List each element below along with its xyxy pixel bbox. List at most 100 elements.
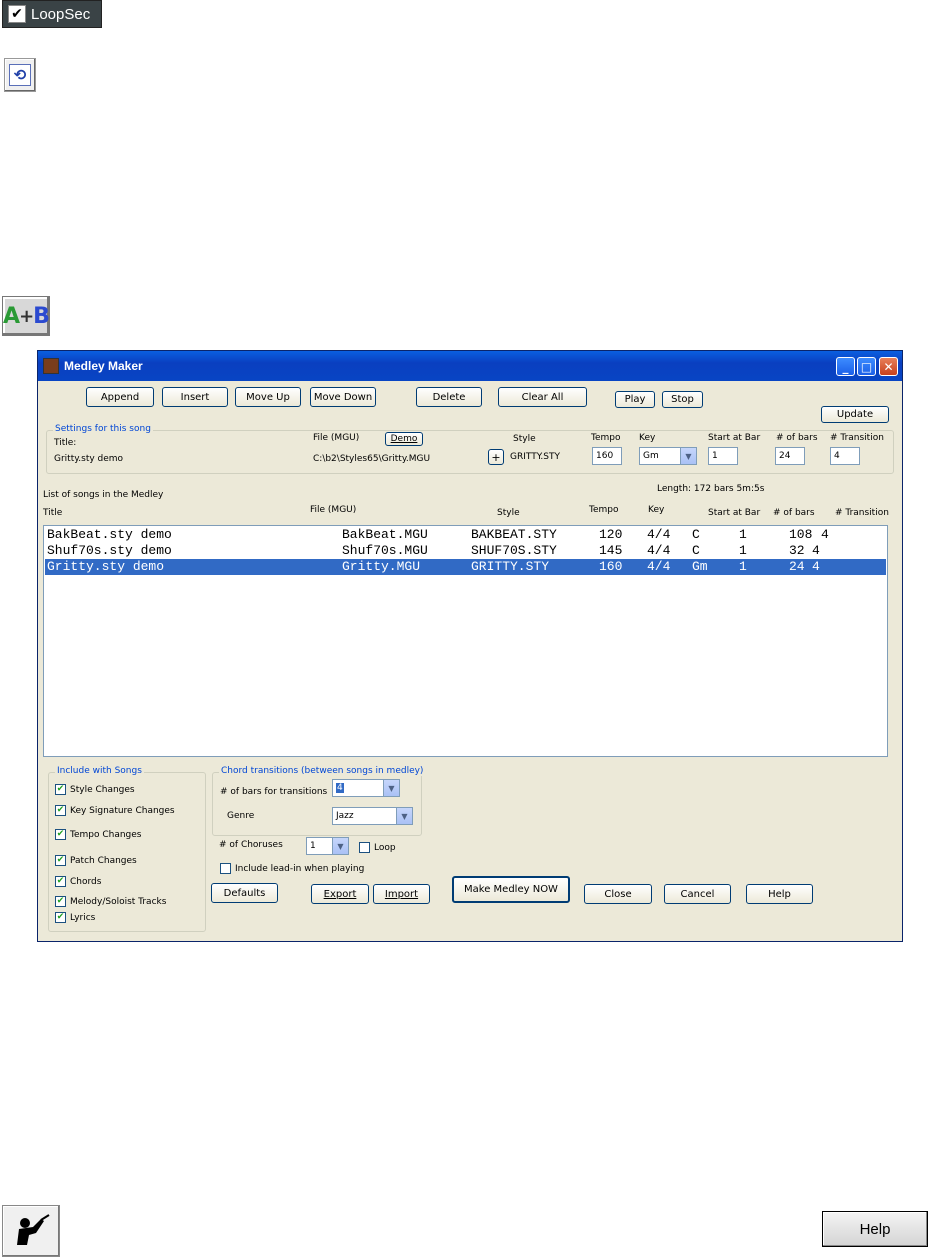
title-label: Title: — [54, 438, 77, 448]
play-button[interactable]: Play — [615, 391, 655, 408]
list-caption: List of songs in the Medley — [43, 490, 164, 500]
tempo-input[interactable]: 160 — [592, 447, 622, 465]
songs-list[interactable]: BakBeat.sty demo BakBeat.MGU BAKBEAT.STY… — [43, 525, 888, 757]
header-transition[interactable]: # Transition — [835, 508, 889, 518]
chords-checkbox[interactable]: ✔ Chords — [55, 876, 101, 887]
chevron-down-icon[interactable]: ▼ — [396, 808, 412, 824]
key-select-value: Gm — [643, 451, 659, 461]
tempo-label: Tempo — [591, 433, 621, 443]
row-signature: 4/4 — [647, 527, 671, 542]
checkbox-label: Tempo Changes — [70, 829, 142, 840]
title-value: Gritty.sty demo — [54, 454, 124, 464]
medley-length: Length: 172 bars 5m:5s — [657, 484, 765, 494]
close-button[interactable]: Close — [584, 884, 652, 904]
row-style: BAKBEAT.STY — [471, 527, 557, 542]
table-row-selected[interactable]: Gritty.sty demo Gritty.MGU GRITTY.STY 16… — [45, 559, 886, 575]
row-signature: 4/4 — [647, 543, 671, 558]
style-value: GRITTY.STY — [510, 452, 560, 462]
row-key: C — [692, 527, 700, 542]
key-signature-checkbox[interactable]: ✔ Key Signature Changes — [55, 805, 175, 816]
row-bars: 24 — [789, 559, 805, 574]
defaults-button[interactable]: Defaults — [211, 883, 278, 903]
start-bar-input[interactable]: 1 — [708, 447, 738, 465]
bars-label: # of bars — [776, 433, 818, 443]
chevron-down-icon[interactable]: ▼ — [383, 780, 399, 796]
row-style: GRITTY.STY — [471, 559, 550, 574]
row-bars: 32 — [789, 543, 805, 558]
maximize-button[interactable]: □ — [857, 357, 876, 376]
make-medley-button[interactable]: Make Medley NOW — [452, 876, 570, 903]
demo-button[interactable]: Demo — [385, 432, 423, 446]
table-row[interactable]: Shuf70s.sty demo Shuf70s.MGU SHUF70S.STY… — [45, 543, 886, 559]
genre-value: Jazz — [336, 811, 354, 821]
checkbox-label: Lyrics — [70, 912, 96, 923]
header-bars[interactable]: # of bars — [773, 508, 815, 518]
move-up-button[interactable]: Move Up — [235, 387, 301, 407]
delete-button[interactable]: Delete — [416, 387, 482, 407]
help-button-bottom[interactable]: Help — [822, 1211, 928, 1247]
melody-soloist-checkbox[interactable]: ✔ Melody/Soloist Tracks — [55, 896, 166, 907]
include-group-label: Include with Songs — [55, 766, 144, 776]
close-window-button[interactable]: ✕ — [879, 357, 898, 376]
transition-bars-select[interactable]: 4 ▼ — [332, 779, 400, 797]
transition-bars-value: 4 — [336, 783, 344, 793]
ab-plus: + — [19, 305, 34, 327]
header-style[interactable]: Style — [497, 508, 520, 518]
export-button[interactable]: Export — [311, 884, 369, 904]
checkmark-icon: ✔ — [8, 5, 26, 23]
genre-select[interactable]: Jazz ▼ — [332, 807, 413, 825]
medley-maker-dialog: Medley Maker _ □ ✕ Append Insert Move Up… — [37, 350, 903, 942]
cancel-button[interactable]: Cancel — [664, 884, 731, 904]
update-button[interactable]: Update — [821, 406, 889, 423]
checkmark-icon: ✔ — [55, 855, 66, 866]
patch-changes-checkbox[interactable]: ✔ Patch Changes — [55, 855, 137, 866]
table-row[interactable]: BakBeat.sty demo BakBeat.MGU BAKBEAT.STY… — [45, 527, 886, 543]
conductor-button[interactable] — [2, 1205, 60, 1257]
header-title[interactable]: Title — [43, 508, 62, 518]
settings-group: Settings for this song — [46, 424, 894, 474]
header-file[interactable]: File (MGU) — [310, 505, 356, 515]
medley-ab-button[interactable]: A + B — [2, 296, 50, 336]
insert-button[interactable]: Insert — [162, 387, 228, 407]
row-tempo: 145 — [599, 543, 623, 558]
chevron-down-icon[interactable]: ▼ — [332, 838, 348, 854]
choruses-label: # of Choruses — [219, 840, 283, 850]
genre-label: Genre — [227, 811, 255, 821]
choruses-value: 1 — [310, 841, 316, 851]
help-button[interactable]: Help — [746, 884, 813, 904]
row-transition: 4 — [812, 559, 820, 574]
loopsec-label: LoopSec — [31, 5, 91, 23]
dialog-title: Medley Maker — [64, 359, 143, 373]
stop-button[interactable]: Stop — [662, 391, 703, 408]
checkmark-icon: ✔ — [55, 876, 66, 887]
choruses-select[interactable]: 1 ▼ — [306, 837, 349, 855]
header-tempo[interactable]: Tempo — [589, 505, 619, 515]
append-button[interactable]: Append — [86, 387, 154, 407]
checkbox-label: Style Changes — [70, 784, 135, 795]
tempo-changes-checkbox[interactable]: ✔ Tempo Changes — [55, 829, 142, 840]
row-file: Gritty.MGU — [342, 559, 421, 574]
add-style-button[interactable]: + — [488, 449, 504, 465]
key-select[interactable]: Gm ▼ — [639, 447, 697, 465]
transition-input[interactable]: 4 — [830, 447, 860, 465]
move-down-button[interactable]: Move Down — [310, 387, 376, 407]
header-start[interactable]: Start at Bar — [708, 508, 760, 518]
import-button[interactable]: Import — [373, 884, 430, 904]
lyrics-checkbox[interactable]: ✔ Lyrics — [55, 912, 95, 923]
header-key[interactable]: Key — [648, 505, 664, 515]
row-start: 1 — [739, 527, 747, 542]
minimize-button[interactable]: _ — [836, 357, 855, 376]
clear-all-button[interactable]: Clear All — [498, 387, 587, 407]
style-label: Style — [513, 434, 536, 444]
loopsec-checkbox[interactable]: ✔ LoopSec — [2, 0, 102, 28]
app-icon — [43, 358, 59, 374]
loop-checkbox[interactable]: Loop — [359, 842, 396, 853]
checkmark-icon: ✔ — [55, 829, 66, 840]
row-signature: 4/4 — [647, 559, 671, 574]
bars-input[interactable]: 24 — [775, 447, 805, 465]
loop-button[interactable]: ⟲ — [4, 58, 36, 92]
chevron-down-icon[interactable]: ▼ — [680, 448, 696, 464]
leadin-checkbox[interactable]: Include lead-in when playing — [220, 863, 364, 874]
style-changes-checkbox[interactable]: ✔ Style Changes — [55, 784, 135, 795]
checkbox-box — [220, 863, 231, 874]
